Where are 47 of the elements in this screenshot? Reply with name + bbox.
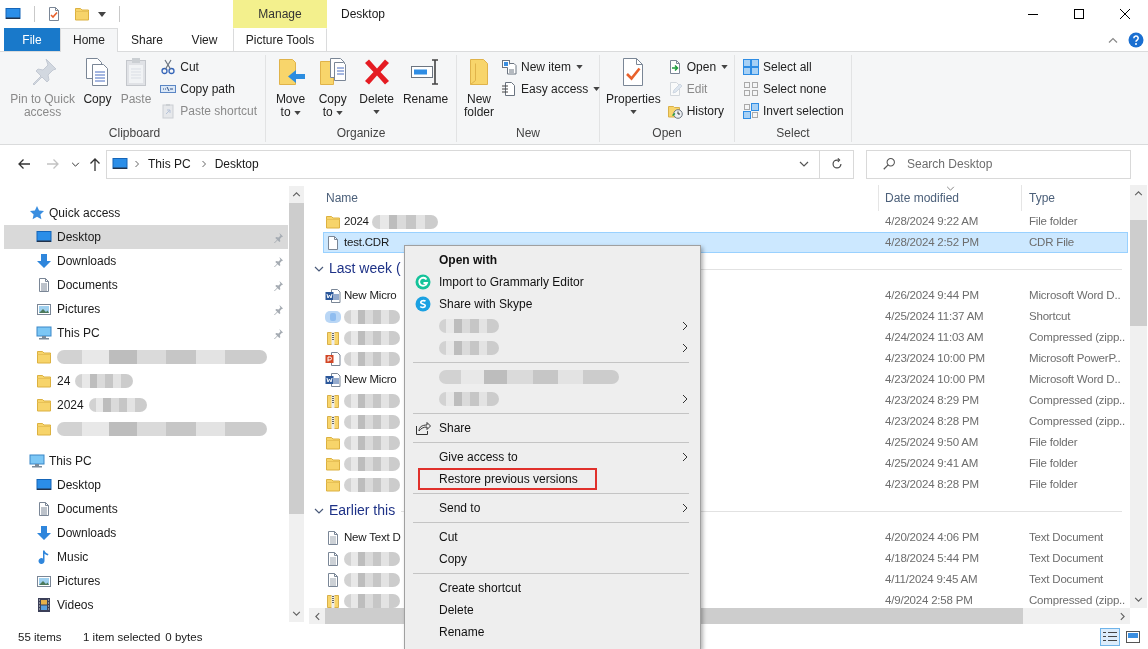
- date-modified-cell: 4/11/2024 9:45 AM: [885, 573, 978, 586]
- selection-status: 1 item selected: [83, 629, 161, 645]
- date-modified-cell: 4/28/2024 9:22 AM: [885, 215, 979, 228]
- file-type-cell: Compressed (zipp..: [1029, 594, 1126, 607]
- date-modified-cell: 4/23/2024 8:28 PM: [885, 415, 979, 428]
- group-label: Open: [652, 125, 682, 142]
- file-name: New Micro: [344, 372, 397, 387]
- selection-size: 0 bytes: [165, 629, 203, 645]
- file-name: New Micro: [344, 288, 397, 303]
- file-type-cell: Microsoft Word D..: [1029, 373, 1121, 386]
- file-type-cell: Microsoft PowerP..: [1029, 352, 1121, 365]
- group-label: Select: [776, 125, 810, 142]
- date-modified-cell: 4/23/2024 8:28 PM: [885, 478, 979, 491]
- window-title: Desktop: [341, 6, 386, 22]
- file-type-cell: Text Document: [1029, 573, 1104, 586]
- file-type-cell: File folder: [1029, 457, 1078, 470]
- group-label: Clipboard: [108, 125, 161, 142]
- date-modified-cell: 4/25/2024 9:50 AM: [885, 436, 979, 449]
- date-modified-cell: 4/23/2024 8:29 PM: [885, 394, 979, 407]
- date-modified-cell: 4/28/2024 2:52 PM: [885, 236, 979, 249]
- file-type-cell: Compressed (zipp..: [1029, 415, 1126, 428]
- date-modified-cell: 4/9/2024 2:58 PM: [885, 594, 973, 607]
- item-count: 55 items: [18, 629, 63, 645]
- contextual-tab-group-label: Manage: [233, 0, 327, 28]
- file-type-cell: Text Document: [1029, 531, 1104, 544]
- date-modified-cell: 4/25/2024 11:37 AM: [885, 310, 984, 323]
- file-type-cell: Text Document: [1029, 552, 1104, 565]
- date-modified-cell: 4/26/2024 9:44 PM: [885, 289, 979, 302]
- date-modified-cell: 4/25/2024 9:41 AM: [885, 457, 979, 470]
- file-type-cell: Shortcut: [1029, 310, 1071, 323]
- date-modified-cell: 4/18/2024 5:44 PM: [885, 552, 979, 565]
- date-modified-cell: 4/20/2024 4:06 PM: [885, 531, 979, 544]
- group-label: New: [516, 125, 540, 142]
- group-label: Organize: [336, 125, 386, 142]
- date-modified-cell: 4/24/2024 11:03 AM: [885, 331, 984, 344]
- file-type-cell: Compressed (zipp..: [1029, 331, 1126, 344]
- file-name: test.CDR: [344, 235, 390, 250]
- file-type-cell: File folder: [1029, 436, 1078, 449]
- file-type-cell: CDR File: [1029, 236, 1075, 249]
- file-type-cell: File folder: [1029, 478, 1078, 491]
- file-type-cell: Compressed (zipp..: [1029, 394, 1126, 407]
- file-type-cell: Microsoft Word D..: [1029, 289, 1121, 302]
- date-modified-cell: 4/23/2024 10:00 PM: [885, 373, 985, 386]
- file-name: New Text D: [344, 530, 401, 545]
- file-type-cell: File folder: [1029, 215, 1078, 228]
- file-name: 2024: [344, 214, 369, 229]
- date-modified-cell: 4/23/2024 10:00 PM: [885, 352, 985, 365]
